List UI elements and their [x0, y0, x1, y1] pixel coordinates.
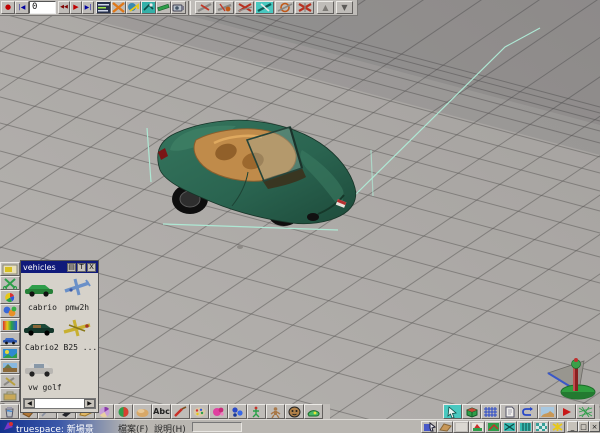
close-button[interactable]: ×: [589, 421, 600, 432]
library-scrollbar[interactable]: ◀ ▶: [23, 398, 96, 409]
library-item-yellow-plane[interactable]: [61, 315, 93, 341]
material-sphere-icon[interactable]: [114, 404, 133, 419]
wave-bars-icon[interactable]: [517, 421, 533, 433]
text-abc-icon[interactable]: Abc: [152, 404, 171, 419]
library-toolbar: [0, 262, 20, 403]
library-item-pmw2h[interactable]: [61, 275, 93, 301]
library-item-label: vw golf: [28, 383, 62, 392]
library-close-button[interactable]: X: [87, 263, 96, 272]
menu-help[interactable]: 說明(H): [154, 422, 186, 433]
panel-down-button[interactable]: ▼: [336, 1, 353, 14]
texture-gradient-icon[interactable]: [0, 318, 20, 332]
wood-figure-icon[interactable]: [266, 404, 285, 419]
blank-button[interactable]: [453, 421, 469, 433]
scene-speck: [237, 245, 243, 249]
scissors-boolean-icon[interactable]: [0, 276, 20, 290]
stick-figure-icon[interactable]: [247, 404, 266, 419]
vehicles-library-panel[interactable]: vehicles ▤ T X cabrio pmw2h Cabrio2 B25 …: [20, 260, 99, 413]
library-item-vw-golf[interactable]: [23, 355, 55, 381]
blue-dice-icon[interactable]: [228, 404, 247, 419]
library-car-icon[interactable]: [0, 332, 20, 346]
mesh-net-icon[interactable]: [576, 404, 595, 419]
flag-material-icon[interactable]: [469, 421, 485, 433]
to-end-button[interactable]: ▶|: [82, 1, 94, 14]
library-tag-button[interactable]: T: [77, 263, 86, 272]
view-toolbar: [443, 404, 599, 420]
animation-toolbar: ● |◀ 0 ◀◀ ▶ ▶|: [0, 0, 358, 16]
document-icon[interactable]: [500, 404, 519, 419]
select-cursor-icon[interactable]: [443, 404, 462, 419]
glue-child-tool-button[interactable]: [215, 1, 234, 14]
library-panel-title: vehicles: [23, 263, 66, 272]
widget-stick-highlight: [573, 366, 575, 391]
far-front-wheel: [307, 213, 319, 221]
toolbox-icon[interactable]: [0, 388, 20, 402]
look-at-tool-button[interactable]: [141, 1, 156, 14]
to-start-button[interactable]: |◀: [15, 1, 29, 14]
bread-material-icon[interactable]: [133, 404, 152, 419]
green-shoe-icon[interactable]: [304, 404, 323, 419]
grid-tool-icon[interactable]: [481, 404, 500, 419]
library-panel-titlebar[interactable]: vehicles ▤ T X: [21, 261, 98, 273]
palette-icon[interactable]: [190, 404, 209, 419]
library-view-button[interactable]: ▤: [67, 263, 76, 272]
widget-knob-tip: [574, 358, 578, 362]
play-render-icon[interactable]: [557, 404, 576, 419]
rewind-button[interactable]: ◀◀: [58, 1, 70, 14]
utility-tools-icon[interactable]: [0, 374, 20, 388]
unglue-tool-button[interactable]: [235, 1, 254, 14]
truespace-logo-icon: [3, 421, 14, 432]
glue-sibling-tool-button[interactable]: [195, 1, 214, 14]
red-brush-icon[interactable]: [171, 404, 190, 419]
pointer-box-icon[interactable]: [421, 421, 437, 433]
play-button[interactable]: ▶: [70, 1, 82, 14]
menu-bar: truespace: 新場景 檔案(F) 說明(H): [0, 419, 600, 433]
keyframe-editor-button[interactable]: [96, 1, 111, 14]
asterisk-yellow-icon[interactable]: [549, 421, 565, 433]
animation-expand-button[interactable]: [111, 1, 126, 14]
status-field: [192, 422, 242, 432]
library-item-cabrio2[interactable]: [23, 315, 55, 341]
terrain-icon[interactable]: [538, 404, 557, 419]
wave-x-icon[interactable]: [501, 421, 517, 433]
menu-file[interactable]: 檔案(F): [118, 422, 148, 433]
checker-icon[interactable]: [533, 421, 549, 433]
record-button[interactable]: ●: [1, 1, 15, 14]
scene-image-icon[interactable]: [0, 346, 20, 360]
landscape-image-icon[interactable]: [0, 360, 20, 374]
scroll-right-button[interactable]: ▶: [84, 399, 95, 408]
material-spheres-icon[interactable]: [0, 304, 20, 318]
sweep-tool-button[interactable]: [156, 1, 171, 14]
maximize-button[interactable]: □: [578, 421, 589, 432]
object-tool-selected-button[interactable]: [255, 1, 274, 14]
pink-spray-icon[interactable]: [209, 404, 228, 419]
library-item-label: Cabrio2 B25 ...: [25, 343, 97, 352]
axes-tool-button[interactable]: [275, 1, 294, 14]
render-scene-button[interactable]: [171, 1, 186, 14]
library-item-cabrio[interactable]: [23, 275, 55, 301]
material-preview-icon[interactable]: [0, 262, 20, 276]
panel-up-button[interactable]: ▲: [317, 1, 334, 14]
truespace-app-window: ● |◀ 0 ◀◀ ▶ ▶|: [0, 0, 600, 433]
primitive-cube-icon[interactable]: [462, 404, 481, 419]
undo-icon[interactable]: [519, 404, 538, 419]
library-item-label: cabrio: [28, 303, 57, 312]
minimize-button[interactable]: _: [567, 421, 578, 432]
frame-number-field[interactable]: 0: [29, 1, 56, 14]
window-title: truespace: 新場景: [16, 422, 94, 433]
sand-box-icon[interactable]: [437, 421, 453, 433]
face-material-icon[interactable]: [285, 404, 304, 419]
field-material-icon[interactable]: [485, 421, 501, 433]
delete-tool-button[interactable]: [295, 1, 314, 14]
toolbar-separator: [188, 1, 191, 15]
path-tool-button[interactable]: [126, 1, 141, 14]
color-wheel-icon[interactable]: [0, 290, 20, 304]
scroll-left-button[interactable]: ◀: [24, 399, 35, 408]
library-item-label: pmw2h: [65, 303, 89, 312]
recycle-bin-icon[interactable]: [0, 404, 19, 419]
